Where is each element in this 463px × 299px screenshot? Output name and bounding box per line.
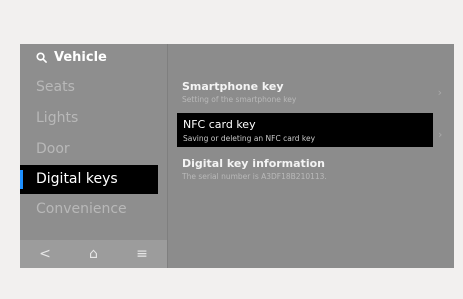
row-digital-key-information[interactable]: Digital key information The serial numbe… — [182, 157, 450, 181]
vehicle-settings-screen: Vehicle Seats Lights Door Digital keys C… — [20, 44, 454, 268]
sidebar-item-label: Lights — [36, 110, 79, 126]
search-icon — [36, 52, 47, 63]
row-title: Smartphone key — [182, 80, 284, 93]
sidebar: Vehicle Seats Lights Door Digital keys C… — [20, 44, 167, 268]
sidebar-item-label: Convenience — [36, 201, 127, 217]
row-subtitle: Setting of the smartphone key — [182, 95, 297, 104]
row-nfc-card-key[interactable]: NFC card key Saving or deleting an NFC c… — [177, 113, 433, 147]
row-title: Digital key information — [182, 157, 325, 170]
bottom-nav-bar: < ⌂ ≡ — [20, 240, 167, 268]
back-icon[interactable]: < — [39, 247, 51, 261]
panel-divider — [167, 44, 168, 268]
home-icon[interactable]: ⌂ — [89, 247, 98, 261]
row-title: NFC card key — [183, 118, 256, 131]
chevron-right-icon: › — [438, 128, 443, 141]
row-subtitle: The serial number is A3DF18B210113. — [182, 172, 327, 181]
sidebar-item-seats[interactable]: Seats — [36, 79, 75, 95]
search-label: Vehicle — [54, 50, 107, 65]
active-indicator — [20, 170, 23, 189]
row-subtitle: Saving or deleting an NFC card key — [183, 134, 316, 143]
sidebar-item-digital-keys[interactable]: Digital keys — [20, 165, 158, 194]
sidebar-item-label: Digital keys — [36, 171, 118, 187]
sidebar-item-label: Door — [36, 141, 70, 157]
row-smartphone-key[interactable]: Smartphone key Setting of the smartphone… — [182, 80, 450, 104]
sidebar-item-convenience[interactable]: Convenience — [36, 201, 127, 217]
sidebar-item-label: Seats — [36, 79, 75, 95]
search-vehicle[interactable]: Vehicle — [36, 50, 107, 65]
chevron-right-icon: › — [437, 86, 442, 99]
sidebar-item-door[interactable]: Door — [36, 141, 70, 157]
sidebar-item-lights[interactable]: Lights — [36, 110, 78, 126]
menu-icon[interactable]: ≡ — [136, 247, 148, 261]
